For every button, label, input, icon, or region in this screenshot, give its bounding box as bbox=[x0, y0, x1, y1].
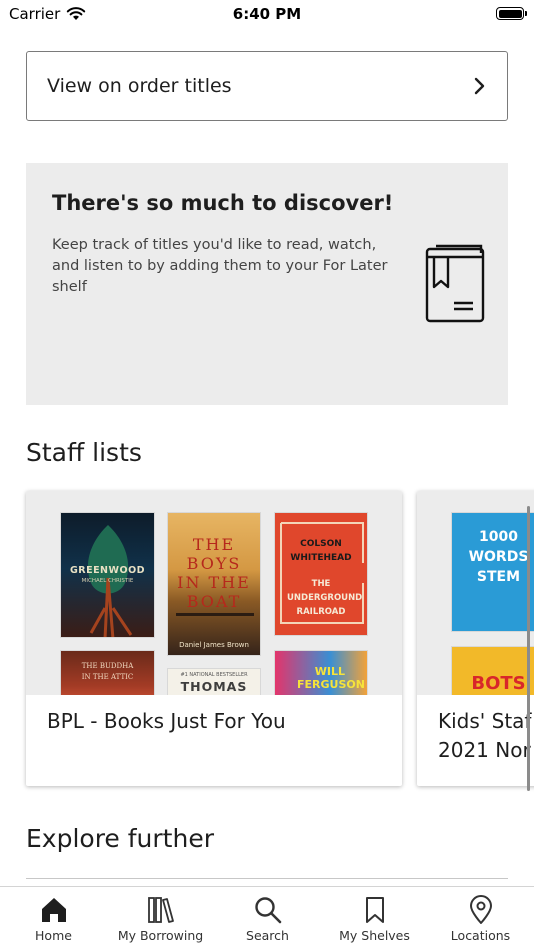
tab-label: My Shelves bbox=[339, 928, 410, 943]
staff-list-name-line-1: Kids' Staf bbox=[438, 709, 532, 733]
staff-lists-heading: Staff lists bbox=[26, 438, 142, 467]
staff-list-name-line-2: 2021 Nor bbox=[438, 738, 531, 762]
tab-locations[interactable]: Locations bbox=[427, 887, 534, 950]
location-pin-icon bbox=[469, 895, 492, 924]
status-bar: Carrier 6:40 PM bbox=[0, 0, 534, 30]
divider bbox=[26, 878, 508, 879]
search-icon bbox=[254, 897, 281, 924]
tab-label: Search bbox=[246, 928, 289, 943]
tab-my-borrowing[interactable]: My Borrowing bbox=[107, 887, 214, 950]
book-cover-1000-words-stem: 1000 WORDS STEM bbox=[451, 512, 534, 632]
tab-label: Locations bbox=[450, 928, 511, 943]
staff-list-card[interactable]: GREENWOOD MICHAEL CHRISTIE THE BOYS IN T… bbox=[26, 491, 402, 786]
cover-title: GREENWOOD bbox=[69, 565, 146, 576]
cover-banner: #1 NATIONAL BESTSELLER bbox=[180, 672, 248, 678]
tab-label: My Borrowing bbox=[117, 928, 204, 943]
bookmark-icon bbox=[365, 897, 384, 923]
staff-list-name: BPL - Books Just For You bbox=[47, 709, 286, 733]
home-icon bbox=[41, 898, 66, 922]
tab-search[interactable]: Search bbox=[214, 887, 321, 950]
book-cover-underground-railroad: COLSON WHITEHEAD THE UNDERGROUND RAILROA… bbox=[274, 512, 368, 636]
cover-subtitle: THE UNDERGROUND RAILROAD bbox=[287, 579, 363, 617]
book-bookmark-icon bbox=[425, 244, 485, 323]
cover-title: COLSON WHITEHEAD bbox=[290, 539, 352, 563]
tab-label: Home bbox=[35, 928, 72, 943]
cover-title: THE BUDDHA IN THE ATTIC bbox=[81, 662, 134, 681]
explore-further-heading: Explore further bbox=[26, 824, 214, 853]
cover-title: BOTS bbox=[471, 673, 526, 694]
cover-collage: 1000 WORDS STEM BOTS bbox=[417, 491, 534, 695]
book-cover-buddha-in-the-attic: THE BUDDHA IN THE ATTIC bbox=[60, 650, 155, 695]
tab-bar: Home My Borrowing Search My Shelves Loca… bbox=[0, 886, 534, 950]
view-on-order-titles-button[interactable]: View on order titles bbox=[26, 51, 508, 121]
promo-body: Keep track of titles you'd like to read,… bbox=[52, 237, 388, 295]
cover-author: Daniel James Brown bbox=[179, 641, 249, 649]
book-cover-boys-in-the-boat: THE BOYS IN THE BOAT Daniel James Brown bbox=[167, 512, 261, 656]
book-cover-bots: BOTS bbox=[451, 646, 534, 695]
rowing-shell bbox=[176, 613, 254, 616]
scroll-indicator[interactable] bbox=[527, 506, 530, 791]
battery-icon bbox=[496, 7, 527, 20]
cover-title: THOMAS bbox=[180, 679, 248, 694]
book-cover-greenwood: GREENWOOD MICHAEL CHRISTIE bbox=[60, 512, 155, 638]
cover-author: MICHAEL CHRISTIE bbox=[81, 578, 134, 584]
for-later-promo-card: There's so much to discover! Keep track … bbox=[26, 163, 508, 405]
book-cover-will-ferguson: WILL FERGUSON bbox=[274, 650, 368, 695]
cover-title: THE BOYS IN THE BOAT bbox=[177, 535, 251, 611]
cover-collage: GREENWOOD MICHAEL CHRISTIE THE BOYS IN T… bbox=[26, 491, 402, 695]
cover-title: WILL FERGUSON bbox=[297, 665, 365, 691]
tab-my-shelves[interactable]: My Shelves bbox=[321, 887, 428, 950]
promo-title: There's so much to discover! bbox=[52, 191, 394, 215]
staff-list-card[interactable]: 1000 WORDS STEM BOTS Kids' Staf 2021 Nor bbox=[417, 491, 534, 786]
order-row-label: View on order titles bbox=[47, 75, 232, 97]
status-time: 6:40 PM bbox=[232, 5, 302, 23]
staff-list-name: Kids' Staf 2021 Nor bbox=[438, 707, 531, 765]
tab-home[interactable]: Home bbox=[0, 887, 107, 950]
books-icon bbox=[147, 897, 174, 923]
chevron-right-icon bbox=[474, 77, 485, 95]
cover-title: 1000 WORDS STEM bbox=[468, 529, 529, 585]
book-cover-thomas: #1 NATIONAL BESTSELLER THOMAS bbox=[167, 668, 261, 695]
